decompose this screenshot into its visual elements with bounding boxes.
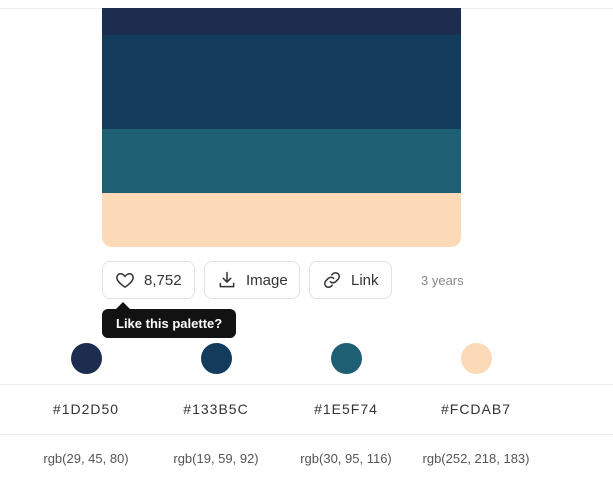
color-swatch-3[interactable] — [331, 343, 362, 374]
heart-icon — [115, 270, 135, 290]
palette-age: 3 years — [421, 272, 464, 288]
palette-preview[interactable] — [102, 8, 461, 247]
palette-stripe-1[interactable] — [102, 8, 461, 35]
hex-code-2[interactable]: #133B5C — [146, 401, 286, 417]
download-icon — [217, 270, 237, 290]
palette-stripe-3[interactable] — [102, 129, 461, 193]
rgb-code-4[interactable]: rgb(252, 218, 183) — [396, 451, 556, 466]
palette-stripe-4[interactable] — [102, 193, 461, 247]
copy-link-button[interactable]: Link — [309, 261, 392, 299]
palette-actions: 8,752 Image Link 3 years — [102, 261, 464, 299]
image-download-button[interactable]: Image — [204, 261, 300, 299]
like-tooltip: Like this palette? — [102, 309, 237, 338]
hex-code-3[interactable]: #1E5F74 — [276, 401, 416, 417]
divider-middle — [0, 434, 613, 435]
like-count: 8,752 — [144, 271, 182, 289]
palette-page: 8,752 Image Link 3 years Like this palet… — [0, 0, 613, 500]
color-swatch-2[interactable] — [201, 343, 232, 374]
link-icon — [322, 270, 342, 290]
divider-top — [0, 384, 613, 385]
tooltip-arrow — [116, 302, 130, 309]
color-swatch-1[interactable] — [71, 343, 102, 374]
color-swatch-4[interactable] — [461, 343, 492, 374]
palette-stripe-2[interactable] — [102, 35, 461, 129]
link-button-label: Link — [351, 271, 379, 289]
image-button-label: Image — [246, 271, 288, 289]
hex-code-1[interactable]: #1D2D50 — [16, 401, 156, 417]
like-button[interactable]: 8,752 — [102, 261, 195, 299]
hex-code-4[interactable]: #FCDAB7 — [406, 401, 546, 417]
